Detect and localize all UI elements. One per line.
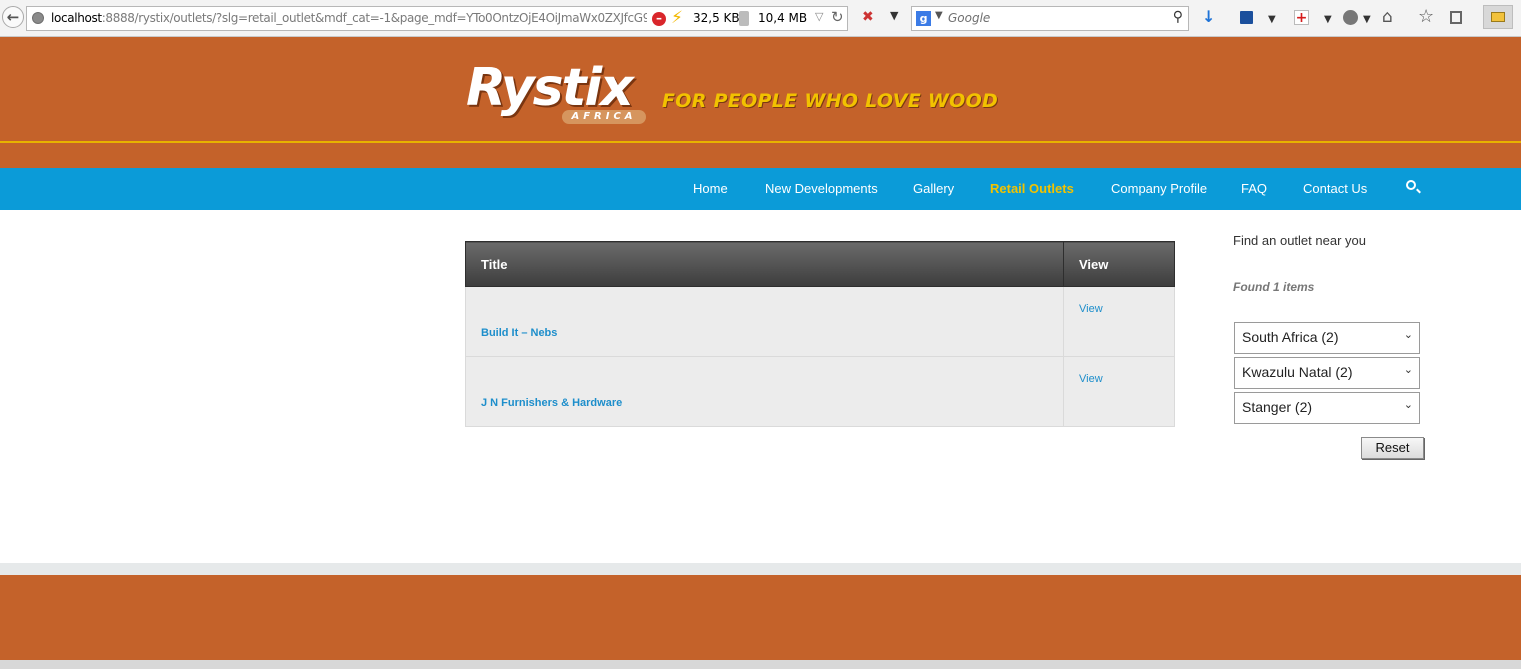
country-select[interactable]: South Africa (2) ⌄ [1234, 322, 1420, 354]
found-count: Found 1 items [1233, 280, 1315, 294]
plus-icon[interactable]: + [1294, 10, 1309, 25]
outlets-table: Title View Build It – Nebs View J N Furn… [465, 241, 1175, 427]
save-icon[interactable] [1240, 11, 1253, 24]
search-icon[interactable]: ⚲ [1173, 9, 1183, 25]
outlet-title-link[interactable]: Build It – Nebs [481, 327, 1063, 339]
bolt-icon: ⚡ [671, 8, 683, 28]
table-cell-view: View [1063, 286, 1175, 357]
google-icon[interactable]: g [916, 11, 931, 26]
search-placeholder[interactable]: Google [948, 11, 990, 25]
download-blocked-icon[interactable]: ✖ [862, 9, 878, 25]
footer-bottom-bar [0, 660, 1521, 669]
reload-icon[interactable]: ↻ [831, 8, 844, 26]
chevron-down-icon: ⌄ [1403, 399, 1413, 411]
address-bar[interactable]: localhost:8888/rystix/outlets/?slg=retai… [26, 6, 848, 31]
clipboard-icon[interactable] [1450, 11, 1462, 24]
table-header-row: Title View [465, 241, 1175, 287]
site-footer [0, 575, 1521, 660]
url-path: :8888/rystix/outlets/?slg=retail_outlet&… [101, 11, 647, 25]
browser-toolbar: ← localhost:8888/rystix/outlets/?slg=ret… [0, 0, 1521, 37]
chevron-down-icon[interactable]: ▼ [1324, 11, 1332, 29]
extension-icon[interactable] [1343, 10, 1358, 25]
view-link[interactable]: View [1079, 303, 1174, 315]
chevron-down-icon[interactable]: ▼ [1268, 11, 1276, 29]
table-row: J N Furnishers & Hardware View [465, 356, 1175, 427]
star-icon[interactable]: ☆ [1418, 8, 1434, 26]
chevron-down-icon[interactable]: ▼ [890, 9, 898, 22]
memory-icon [739, 11, 749, 26]
nav-company-profile[interactable]: Company Profile [1111, 181, 1207, 196]
province-select[interactable]: Kwazulu Natal (2) ⌄ [1234, 357, 1420, 389]
search-engine-dropdown-icon[interactable]: ▼ [935, 10, 943, 21]
nav-gallery[interactable]: Gallery [913, 181, 954, 196]
view-link[interactable]: View [1079, 373, 1174, 385]
ruler-icon[interactable] [1483, 5, 1513, 29]
nav-faq[interactable]: FAQ [1241, 181, 1267, 196]
nav-new-developments[interactable]: New Developments [765, 181, 878, 196]
province-select-value: Kwazulu Natal (2) [1242, 364, 1353, 380]
search-bar[interactable]: g ▼ Google ⚲ [911, 6, 1189, 31]
column-header-title: Title [465, 241, 1064, 287]
town-select[interactable]: Stanger (2) ⌄ [1234, 392, 1420, 424]
logo-subtext: AFRICA [562, 110, 646, 124]
back-icon[interactable]: ← [2, 6, 24, 28]
footer-divider [0, 563, 1521, 575]
site-header: Rystix AFRICA FOR PEOPLE WHO LOVE WOOD [0, 37, 1521, 168]
town-select-value: Stanger (2) [1242, 399, 1313, 415]
search-icon[interactable] [1406, 180, 1416, 190]
page-size-readout: 32,5 KB [693, 11, 740, 25]
header-divider [0, 141, 1521, 143]
download-icon[interactable]: ↓ [1202, 8, 1215, 26]
nav-home[interactable]: Home [693, 181, 728, 196]
main-nav: Home New Developments Gallery Retail Out… [0, 168, 1521, 210]
url-host: localhost [51, 11, 102, 25]
home-icon[interactable]: ⌂ [1382, 8, 1393, 26]
logo-text: Rystix [466, 58, 634, 118]
nav-contact-us[interactable]: Contact Us [1303, 181, 1367, 196]
logo[interactable]: Rystix AFRICA [466, 58, 646, 124]
tagline: FOR PEOPLE WHO LOVE WOOD [662, 90, 999, 112]
find-outlet-heading: Find an outlet near you [1233, 233, 1366, 248]
memory-readout: 10,4 MB [758, 11, 808, 25]
table-cell-view: View [1063, 356, 1175, 427]
column-header-view: View [1063, 241, 1175, 287]
chevron-down-icon[interactable]: ▼ [1363, 11, 1371, 29]
table-cell-title: J N Furnishers & Hardware [465, 356, 1064, 427]
chevron-down-icon: ⌄ [1403, 329, 1413, 341]
outlet-title-link[interactable]: J N Furnishers & Hardware [481, 397, 1063, 409]
globe-icon [32, 12, 44, 24]
url-text[interactable]: localhost:8888/rystix/outlets/?slg=retai… [51, 11, 647, 25]
chevron-down-icon: ⌄ [1403, 364, 1413, 376]
reset-button[interactable]: Reset [1361, 437, 1424, 459]
nav-retail-outlets[interactable]: Retail Outlets [990, 181, 1074, 196]
table-cell-title: Build It – Nebs [465, 286, 1064, 357]
url-dropdown-icon[interactable]: ▽ [815, 10, 823, 23]
table-row: Build It – Nebs View [465, 286, 1175, 357]
country-select-value: South Africa (2) [1242, 329, 1339, 345]
stop-icon[interactable]: – [652, 12, 666, 26]
